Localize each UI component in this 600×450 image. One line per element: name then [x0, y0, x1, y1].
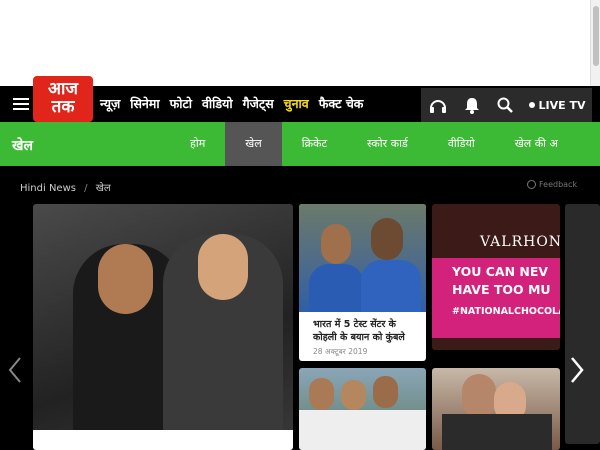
section-tabs: होम खेल क्रिकेट स्कोर कार्ड वीडियो खेल क…: [170, 122, 578, 166]
menu-item-photo[interactable]: फोटो: [170, 96, 192, 112]
ad-brand: VALRHONA: [480, 234, 560, 250]
section-title: खेल: [12, 138, 33, 154]
logo-line1: आज: [48, 79, 78, 99]
main-story-caption-area: [33, 430, 293, 450]
carousel-prev-icon[interactable]: [6, 355, 24, 385]
tab-cricket[interactable]: क्रिकेट: [282, 122, 347, 166]
news-card-title: भारत में 5 टेस्ट सेंटर के कोहली के बयान …: [313, 319, 405, 343]
audio-button[interactable]: [421, 88, 455, 122]
live-tv-button[interactable]: LIVE TV: [522, 88, 592, 122]
menu-item-news[interactable]: न्यूज़: [100, 96, 120, 112]
news-card-cricket-team[interactable]: [299, 368, 426, 450]
feedback-icon: [527, 180, 536, 189]
news-card-celebrity[interactable]: [432, 368, 560, 450]
menu-item-video[interactable]: वीडियो: [202, 96, 233, 112]
ad-line2: HAVE TOO MU: [452, 282, 551, 297]
story-image-person-right: [163, 234, 283, 434]
main-menu: न्यूज़ सिनेमा फोटो वीडियो गैजेट्स चुनाव …: [100, 96, 363, 112]
site-logo[interactable]: आज तक: [33, 76, 93, 122]
feedback-link[interactable]: Feedback: [527, 180, 577, 189]
menu-item-election[interactable]: चुनाव: [284, 96, 309, 112]
menu-item-fact-check[interactable]: फैक्ट चेक: [319, 96, 364, 112]
news-card[interactable]: भारत में 5 टेस्ट सेंटर के कोहली के बयान …: [299, 204, 426, 361]
ad-line3: #NATIONALCHOCOLAT: [452, 306, 560, 317]
news-card-image: [299, 204, 426, 312]
breadcrumb: Hindi News / खेल: [20, 180, 111, 194]
tab-sports-more[interactable]: खेल की अ: [495, 122, 578, 166]
ad-banner-area: [0, 0, 600, 86]
tab-sports[interactable]: खेल: [225, 122, 282, 166]
feedback-label: Feedback: [539, 180, 578, 189]
menu-icon[interactable]: [13, 98, 29, 110]
news-card-date: 28 अक्टूबर 2019: [313, 347, 368, 356]
scrollbar-thumb[interactable]: [593, 6, 599, 66]
live-dot-icon: [528, 102, 535, 108]
search-icon: [497, 97, 513, 113]
notifications-button[interactable]: [455, 88, 489, 122]
menu-item-cinema[interactable]: सिनेमा: [130, 96, 159, 112]
search-button[interactable]: [488, 88, 522, 122]
menu-item-gadgets[interactable]: गैजेट्स: [243, 96, 274, 112]
main-story-card[interactable]: [33, 204, 293, 450]
tab-home[interactable]: होम: [170, 122, 225, 166]
carousel-next-icon[interactable]: [568, 355, 586, 385]
tab-video[interactable]: वीडियो: [428, 122, 495, 166]
partial-card-right[interactable]: [565, 204, 600, 444]
live-tv-label: LIVE TV: [538, 98, 586, 112]
breadcrumb-current: खेल: [95, 183, 111, 194]
breadcrumb-separator: /: [84, 183, 88, 194]
headphones-icon: [430, 100, 446, 113]
tab-scorecard[interactable]: स्कोर कार्ड: [347, 122, 428, 166]
breadcrumb-home[interactable]: Hindi News: [20, 183, 76, 194]
logo-line2: तक: [51, 97, 75, 117]
sponsored-ad-card[interactable]: VALRHONA YOU CAN NEV HAVE TOO MU #NATION…: [432, 204, 560, 350]
page-scrollbar[interactable]: [590, 0, 600, 86]
bell-icon: [465, 98, 479, 114]
ad-line1: YOU CAN NEV: [452, 264, 549, 279]
